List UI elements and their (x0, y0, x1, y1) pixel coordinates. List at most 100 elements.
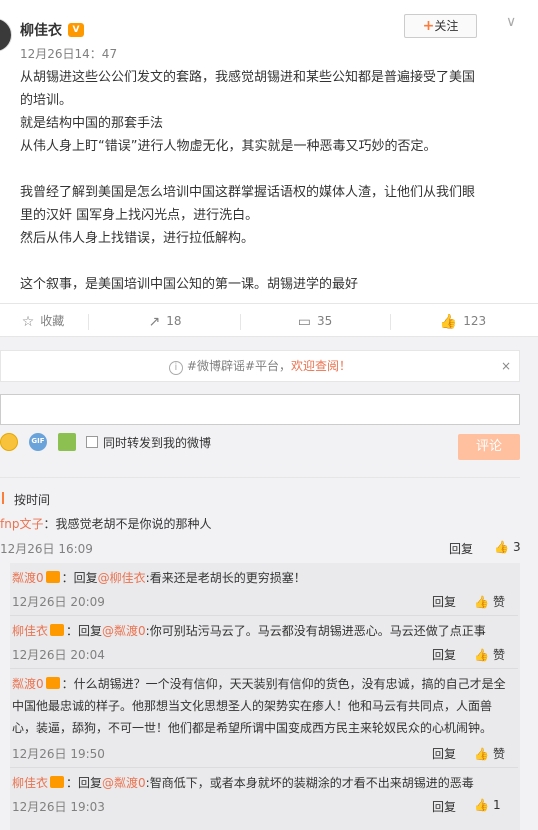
post-time[interactable]: 12月26日14：47 (20, 45, 117, 62)
post-line: 然后从伟人身上找错误，进行拉低解构。 (20, 231, 255, 246)
repost-checkbox-label[interactable]: 同时转发到我的微博 (103, 434, 211, 451)
like-count: 1 (492, 798, 501, 812)
reply-item: 柳佳衣 ：回复@粼渡0:智商低下，或者本身就坏的装糊涂的才看不出来胡锡进的恶毒 1… (12, 772, 538, 816)
sort-indicator (2, 492, 4, 504)
vip-badge-icon (45, 677, 60, 689)
reply-body-line: ：什么胡锡进？一个没有信仰，天天装别有信仰的货色，没有忠诚，搞的自己才是全 (61, 677, 506, 691)
reply-like-button[interactable]: 👍 1 (474, 798, 501, 812)
post-line: 的培训。 (20, 93, 73, 108)
notice-link[interactable]: 欢迎查阅！ (291, 359, 351, 373)
sort-by-time[interactable]: 按时间 (14, 491, 50, 508)
reply-body: :智商低下，或者本身就坏的装糊涂的才看不出来胡锡进的恶毒 (145, 776, 474, 790)
like-count: 赞 (492, 747, 505, 761)
reply-time: 12月26日 19:50 (12, 747, 105, 761)
repost-button[interactable]: ↗ 18 (120, 304, 210, 338)
like-count: 赞 (492, 648, 505, 662)
reply-body-line: 心，装逼，舔狗，不可一世！他们都是希望所谓中国变成西方民主来轮奴民众的心机闹钟。 (12, 721, 493, 735)
reply-author[interactable]: 柳佳衣 (12, 624, 48, 638)
reply-body: :你可别玷污马云了。马云都没有胡锡进恶心。马云还做了点正事 (145, 624, 486, 638)
reply-author[interactable]: 柳佳衣 (12, 776, 48, 790)
mention-link[interactable]: @粼渡0 (102, 624, 146, 638)
reply-author[interactable]: 粼渡0 (12, 571, 44, 585)
vip-badge-icon[interactable]: V (68, 23, 84, 37)
divider (88, 314, 89, 330)
repost-count: 18 (166, 314, 182, 328)
reply-button[interactable]: 回复 (432, 646, 456, 663)
sort-bar: 按时间 (0, 477, 520, 513)
repost-icon: ↗ (148, 314, 161, 330)
reply-item: 柳佳衣 ：回复@粼渡0:你可别玷污马云了。马云都没有胡锡进恶心。马云还做了点正事 … (12, 620, 538, 664)
mention-link[interactable]: @柳佳衣 (98, 571, 146, 585)
post-line: 里的汉奸 国军身上找闪光点，进行洗白。 (20, 208, 259, 223)
divider (390, 314, 391, 330)
info-icon: i (168, 361, 183, 375)
gif-icon[interactable]: GIF (29, 433, 47, 451)
comment-author[interactable]: fnp文子 (0, 517, 43, 531)
thumbs-up-icon: 👍 (494, 540, 509, 554)
repost-checkbox[interactable] (86, 436, 98, 448)
reply-button[interactable]: 回复 (449, 540, 473, 557)
favorite-button[interactable]: ☆ 收藏 (0, 304, 86, 338)
comment-like-button[interactable]: 👍 3 (494, 540, 521, 554)
comment-text: fnp文子：我感觉老胡不是你说的那种人 (0, 513, 510, 535)
follow-label: 关注 (434, 19, 459, 33)
thumbs-up-icon: 👍 (474, 648, 489, 662)
reply-like-button[interactable]: 👍 赞 (474, 745, 505, 762)
divider (10, 668, 518, 669)
reply-text: 柳佳衣 ：回复@粼渡0:智商低下，或者本身就坏的装糊涂的才看不出来胡锡进的恶毒 (12, 772, 522, 794)
post-line: 我曾经了解到美国是怎么培训中国这群掌握话语权的媒体人渣，让他们从我们眼 (20, 185, 476, 200)
thumbs-up-icon: 👍 (439, 314, 458, 330)
post-line: 这个叙事，是美国培训中国公知的第一课。胡锡进学的最好 (20, 277, 359, 292)
comment-icon: ▭ (297, 314, 311, 330)
comment-input[interactable] (0, 394, 520, 425)
reply-prefix: ：回复 (66, 624, 103, 638)
comment-button[interactable]: ▭ 35 (270, 304, 360, 338)
reply-author[interactable]: 粼渡0 (12, 677, 44, 691)
post-line: 从伟人身上盯“错误”进行人物虚无化，其实就是一种恶毒又巧妙的否定。 (20, 139, 437, 154)
reply-body: :看来还是老胡长的更穷损塞！ (145, 571, 306, 585)
thumbs-up-icon: 👍 (474, 798, 489, 812)
reply-like-button[interactable]: 👍 赞 (474, 646, 505, 663)
post-line (20, 158, 520, 181)
chevron-down-icon[interactable]: ∨ (506, 14, 520, 30)
reply-text: 粼渡0 ：什么胡锡进？一个没有信仰，天天装别有信仰的货色，没有忠诚，搞的自己才是全 (12, 673, 522, 695)
favorite-label: 收藏 (40, 314, 65, 328)
avatar[interactable] (0, 18, 12, 52)
follow-button[interactable]: +关注 (404, 14, 477, 38)
vip-badge-icon (50, 776, 65, 788)
comment-count: 35 (316, 314, 333, 328)
like-count: 赞 (492, 595, 505, 609)
reply-button[interactable]: 回复 (432, 593, 456, 610)
reply-button[interactable]: 回复 (432, 798, 456, 815)
post-line (20, 250, 520, 273)
notice-text: #微博辟谣#平台， (186, 359, 292, 373)
submit-comment-button[interactable]: 评论 (458, 434, 520, 460)
comment-time: 12月26日 16:09 (0, 542, 93, 556)
reply-item: 粼渡0 ：什么胡锡进？一个没有信仰，天天装别有信仰的货色，没有忠诚，搞的自己才是全… (12, 673, 538, 765)
divider (10, 615, 518, 616)
like-count: 123 (463, 314, 487, 328)
vip-badge-icon (45, 571, 60, 583)
reply-like-button[interactable]: 👍 赞 (474, 593, 505, 610)
reply-item: 粼渡0 ：回复@柳佳衣:看来还是老胡长的更穷损塞！ 12月26日 20:09 回复… (12, 567, 538, 611)
reply-time: 12月26日 20:09 (12, 595, 105, 609)
comment-body: ：我感觉老胡不是你说的那种人 (43, 517, 212, 531)
reply-time: 12月26日 19:03 (12, 800, 105, 814)
reply-prefix: ：回复 (66, 776, 103, 790)
emoji-icon[interactable] (0, 433, 18, 451)
reply-button[interactable]: 回复 (432, 745, 456, 762)
reply-text: 粼渡0 ：回复@柳佳衣:看来还是老胡长的更穷损塞！ (12, 567, 522, 589)
author-name[interactable]: 柳佳衣 (20, 20, 62, 40)
star-icon: ☆ (21, 314, 35, 330)
close-icon[interactable]: × (501, 351, 511, 381)
mention-link[interactable]: @粼渡0 (102, 776, 146, 790)
reply-time: 12月26日 20:04 (12, 648, 105, 662)
comment-item: fnp文子：我感觉老胡不是你说的那种人 12月26日 16:09 回复 👍 3 (0, 513, 538, 561)
thumbs-up-icon: 👍 (474, 747, 489, 761)
divider (240, 314, 241, 330)
plus-icon: + (422, 18, 435, 34)
image-icon[interactable] (58, 433, 76, 451)
reply-body-line: 中国他最忠诚的样子。他那想当文化思想圣人的架势实在瘆人！他和马云有共同点，人面兽 (12, 699, 493, 713)
post-line: 从胡锡进这些公公们发文的套路，我感觉胡锡进和某些公知都是普遍接受了美国 (20, 70, 476, 85)
like-button[interactable]: 👍 123 (418, 304, 508, 338)
